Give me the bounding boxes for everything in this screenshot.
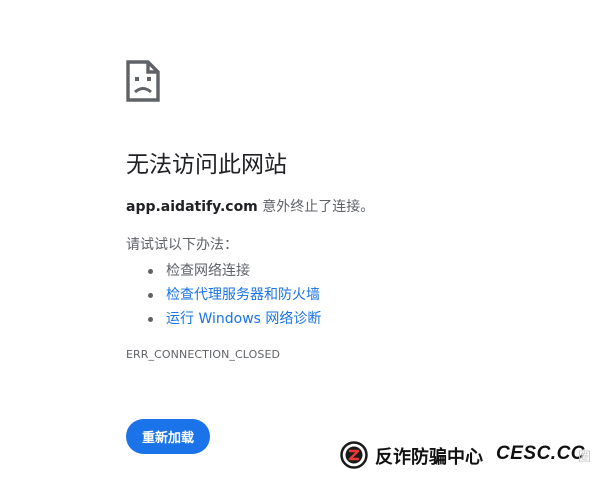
error-message: app.aidatify.com 意外终止了连接。 xyxy=(126,197,374,217)
list-item: 检查代理服务器和防火墙 xyxy=(146,283,321,307)
host-name: app.aidatify.com xyxy=(126,199,258,215)
watermark-faint-glyph: 圈 xyxy=(578,450,592,465)
suggestions-heading: 请试试以下办法： xyxy=(126,237,238,253)
error-page: 无法访问此网站 app.aidatify.com 意外终止了连接。 请试试以下办… xyxy=(0,0,611,477)
suggestion-check-proxy-link[interactable]: 检查代理服务器和防火墙 xyxy=(166,287,320,303)
suggestions-list: 检查网络连接 检查代理服务器和防火墙 运行 Windows 网络诊断 xyxy=(146,259,321,331)
error-description: 意外终止了连接。 xyxy=(257,199,375,215)
sad-page-icon xyxy=(126,60,160,102)
reload-button[interactable]: 重新加载 xyxy=(126,419,210,454)
page-title: 无法访问此网站 xyxy=(126,152,287,178)
list-item: 运行 Windows 网络诊断 xyxy=(146,307,321,331)
shield-logo-icon xyxy=(340,441,368,469)
error-code: ERR_CONNECTION_CLOSED xyxy=(126,348,281,361)
list-item: 检查网络连接 xyxy=(146,259,321,283)
suggestion-check-network: 检查网络连接 xyxy=(166,263,250,279)
watermark-text: 反诈防骗中心 xyxy=(375,447,483,468)
suggestion-network-diagnostics-link[interactable]: 运行 Windows 网络诊断 xyxy=(166,311,321,327)
watermark-brand: CESC.CC xyxy=(496,443,586,464)
